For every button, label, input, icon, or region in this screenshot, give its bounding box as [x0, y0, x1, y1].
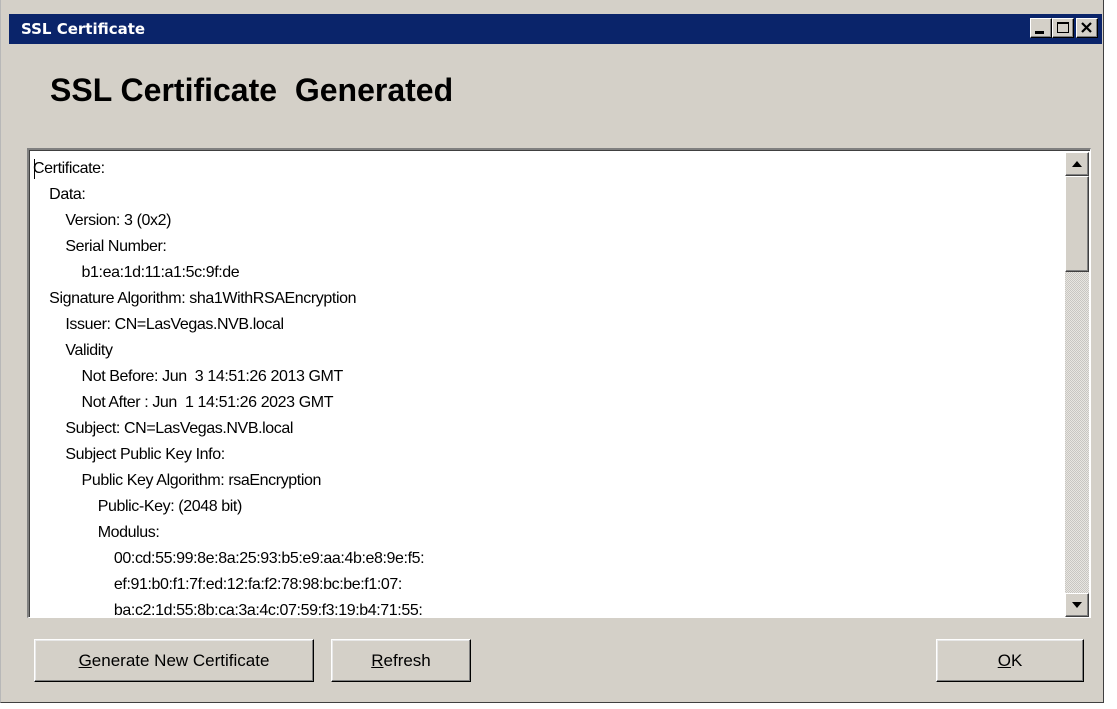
- ok-button[interactable]: OK: [936, 639, 1084, 682]
- minimize-icon: [1035, 31, 1044, 34]
- certificate-text-line: Validity: [33, 342, 113, 359]
- ok-button-label: K: [1010, 650, 1023, 670]
- refresh-button-label: efresh: [383, 650, 431, 670]
- page-heading: SSL Certificate Generated: [50, 72, 454, 108]
- window-title: SSL Certificate: [21, 20, 146, 38]
- certificate-text-line: Not After : Jun 1 14:51:26 2023 GMT: [33, 394, 334, 411]
- ssl-certificate-window: SSL Certificate SSL Certificate Generate…: [0, 0, 1104, 703]
- certificate-text-line: Serial Number:: [33, 238, 167, 255]
- maximize-button[interactable]: [1052, 18, 1074, 38]
- close-icon: [1081, 22, 1092, 33]
- minimize-button[interactable]: [1030, 18, 1052, 38]
- certificate-text-line: ba:c2:1d:55:8b:ca:3a:4c:07:59:f3:19:b4:7…: [33, 602, 423, 618]
- certificate-text-line: Issuer: CN=LasVegas.NVB.local: [33, 316, 284, 333]
- generate-new-certificate-button[interactable]: Generate New Certificate: [34, 639, 314, 682]
- certificate-text-line: Subject Public Key Info:: [33, 446, 225, 463]
- certificate-text-line: 00:cd:55:99:8e:8a:25:93:b5:e9:aa:4b:e8:9…: [33, 550, 425, 567]
- refresh-button-mnemonic: R: [371, 650, 384, 670]
- text-caret: [34, 159, 35, 179]
- arrow-down-icon: [1072, 602, 1082, 608]
- scrollbar-thumb[interactable]: [1065, 176, 1089, 272]
- certificate-text-line: Not Before: Jun 3 14:51:26 2013 GMT: [33, 368, 344, 385]
- certificate-text: Certificate: Data: Version: 3 (0x2) Seri…: [33, 156, 1053, 618]
- certificate-text-line: Certificate:: [33, 160, 105, 177]
- generate-button-label: enerate New Certificate: [91, 650, 270, 670]
- certificate-text-line: Public-Key: (2048 bit): [33, 498, 243, 515]
- certificate-text-area[interactable]: Certificate: Data: Version: 3 (0x2) Seri…: [27, 148, 1091, 618]
- vertical-scrollbar[interactable]: [1065, 152, 1089, 617]
- certificate-text-line: Signature Algorithm: sha1WithRSAEncrypti…: [33, 290, 357, 307]
- certificate-text-line: Modulus:: [33, 524, 160, 541]
- certificate-text-line: Public Key Algorithm: rsaEncryption: [33, 472, 322, 489]
- maximize-icon: [1057, 22, 1069, 33]
- generate-button-mnemonic: G: [78, 650, 92, 670]
- certificate-text-line: Version: 3 (0x2): [33, 212, 172, 229]
- arrow-up-icon: [1072, 161, 1082, 167]
- certificate-text-line: Subject: CN=LasVegas.NVB.local: [33, 420, 294, 437]
- certificate-text-line: Data:: [33, 186, 86, 203]
- scroll-up-button[interactable]: [1065, 152, 1089, 176]
- scroll-down-button[interactable]: [1065, 593, 1089, 617]
- certificate-text-line: ef:91:b0:f1:7f:ed:12:fa:f2:78:98:bc:be:f…: [33, 576, 402, 593]
- title-bar[interactable]: SSL Certificate: [9, 14, 1102, 44]
- certificate-text-line: b1:ea:1d:11:a1:5c:9f:de: [33, 264, 240, 281]
- ok-button-mnemonic: O: [997, 650, 1011, 670]
- close-button[interactable]: [1076, 18, 1098, 38]
- refresh-button[interactable]: Refresh: [331, 639, 471, 682]
